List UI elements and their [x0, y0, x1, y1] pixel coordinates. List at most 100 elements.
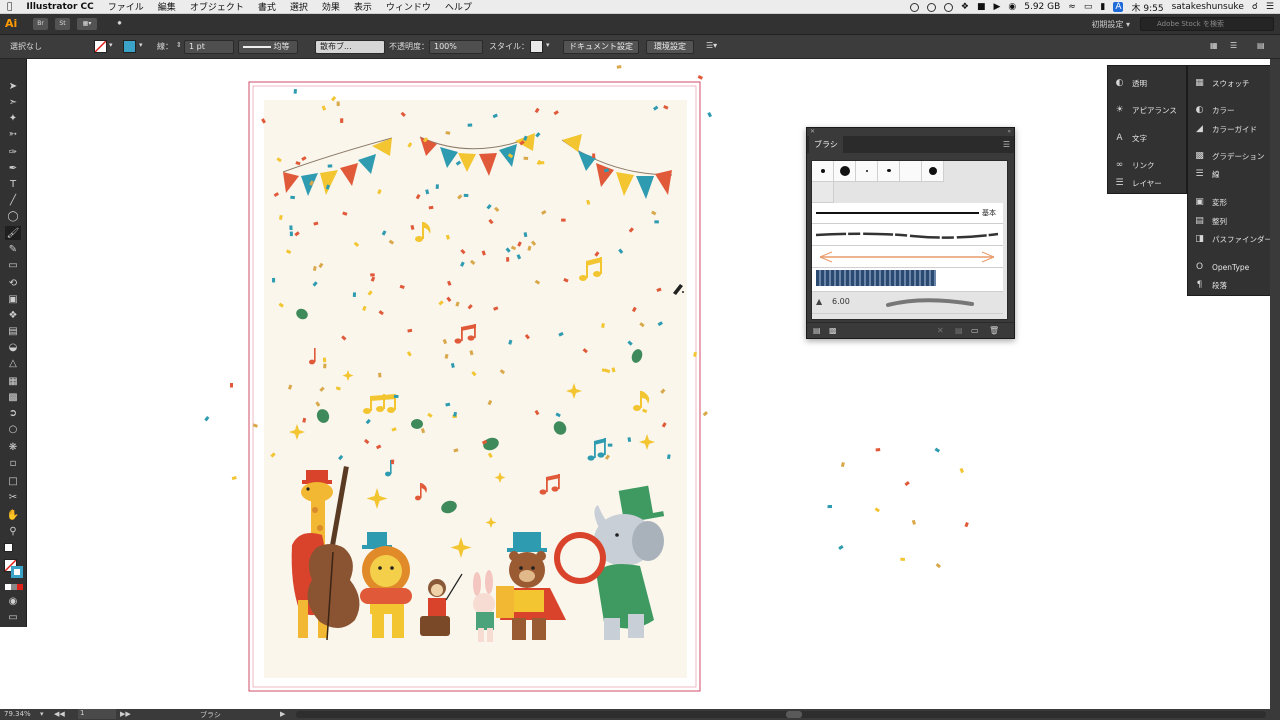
tab-brushes[interactable]: ブラシ — [809, 136, 843, 153]
warp-tool-icon[interactable]: ❖ — [5, 308, 21, 322]
stroke-color-box[interactable] — [11, 566, 23, 578]
app-menu[interactable]: Illustrator CC — [19, 2, 100, 12]
menu-effect[interactable]: 効果 — [315, 0, 347, 13]
menu-edit[interactable]: 編集 — [151, 0, 183, 13]
curvature-tool-icon[interactable]: ✒ — [5, 161, 21, 175]
notification-center-icon[interactable]: ☰ — [1266, 2, 1274, 12]
type-tool-icon[interactable]: T — [5, 177, 21, 191]
control-options-icon[interactable]: ☰▾ — [706, 41, 717, 50]
dock-item-color-guide[interactable]: ◢ カラーガイド — [1194, 121, 1257, 137]
zoom-dropdown-icon[interactable]: ▾ — [40, 710, 44, 718]
brush-row-arrow[interactable] — [812, 246, 1003, 268]
creative-cloud-icon[interactable] — [943, 2, 953, 12]
panel-menu-icon[interactable]: ☰ — [1230, 41, 1237, 50]
delete-brush-icon[interactable]: 🗑 — [989, 326, 999, 335]
stock-search-input[interactable]: Adobe Stock を検索 — [1140, 17, 1274, 31]
symbol-sprayer-tool-icon[interactable]: ❋ — [5, 440, 21, 454]
libraries-panel-icon[interactable]: ▩ — [829, 326, 837, 335]
zoom-level[interactable]: 79.34% — [4, 710, 31, 718]
fill-dropdown-icon[interactable]: ▾ — [109, 41, 113, 49]
direct-selection-tool-icon[interactable]: ➣ — [5, 95, 21, 109]
panel-menu-icon[interactable]: ☰ — [1003, 140, 1010, 149]
remove-stroke-icon[interactable]: ✕ — [937, 326, 944, 335]
document-setup-button[interactable]: ドキュメント設定 — [563, 40, 639, 54]
fill-swatch[interactable] — [94, 40, 107, 53]
style-dropdown-icon[interactable]: ▾ — [546, 41, 550, 49]
stroke-weight-field[interactable]: 1 pt — [184, 40, 234, 54]
menu-window[interactable]: ウィンドウ — [379, 0, 438, 13]
eraser-tool-icon[interactable]: ▭ — [5, 258, 21, 272]
dock-item-transform[interactable]: ▣ 変形 — [1194, 194, 1227, 210]
skype-icon[interactable] — [926, 2, 936, 12]
dock-item-gradient[interactable]: ▩ グラデーション — [1194, 148, 1264, 164]
vertical-scrollbar[interactable] — [1270, 59, 1280, 709]
opacity-label[interactable]: 不透明度： — [389, 41, 429, 52]
gradient-tool-icon[interactable]: ▩ — [5, 390, 21, 404]
opacity-field[interactable]: 100% — [429, 40, 483, 54]
dock-item-pathfinder[interactable]: ◨ パスファインダー — [1194, 231, 1272, 247]
brush-row-charcoal[interactable] — [812, 224, 1003, 246]
record-icon[interactable] — [909, 2, 919, 12]
shape-builder-tool-icon[interactable]: ◒ — [5, 340, 21, 354]
paintbrush-tool-icon[interactable]: 🖌 — [5, 226, 21, 240]
menu-view[interactable]: 表示 — [347, 0, 379, 13]
new-brush-icon[interactable]: ▭ — [971, 326, 979, 335]
stock-button[interactable]: St — [55, 18, 70, 30]
dock-item-opentype[interactable]: O OpenType — [1194, 259, 1249, 275]
artboard-tool-icon[interactable]: □ — [5, 474, 21, 488]
lasso-tool-icon[interactable]: ➳ — [5, 127, 21, 141]
default-colors-icon[interactable] — [4, 543, 13, 552]
brush-round-small[interactable] — [812, 161, 834, 182]
screen-mode-icon[interactable]: ▭ — [5, 610, 21, 624]
brush-options-icon[interactable]: ▤ — [955, 326, 963, 335]
rotate-tool-icon[interactable]: ⟲ — [5, 276, 21, 290]
arrange-documents-icon[interactable]: ▦▾ — [77, 18, 97, 30]
brush-dot-oval[interactable] — [878, 161, 900, 182]
brush-round-large[interactable] — [834, 161, 856, 182]
input-source-icon[interactable]: A — [1113, 2, 1124, 12]
preferences-button[interactable]: 環境設定 — [646, 40, 694, 54]
dock-item-links[interactable]: ∞ リンク — [1114, 157, 1155, 173]
brush-definition[interactable]: 散布ブ... — [315, 40, 385, 54]
disk-space[interactable]: 5.92 GB — [1024, 2, 1060, 12]
drawing-mode-icon[interactable]: ◉ — [5, 594, 21, 608]
brush-libraries-icon[interactable]: ▤ — [813, 326, 821, 335]
color-mode-icons[interactable] — [5, 584, 23, 590]
panel-collapse-icon[interactable]: » — [1007, 128, 1011, 135]
graphic-style-swatch[interactable] — [530, 40, 543, 53]
horizontal-scrollbar[interactable] — [296, 711, 1266, 718]
apple-icon[interactable]:  — [0, 2, 19, 12]
selection-tool-icon[interactable]: ➤ — [5, 79, 21, 93]
pencil-tool-icon[interactable]: ✎ — [5, 242, 21, 256]
stroke-dropdown-icon[interactable]: ▾ — [139, 41, 143, 49]
brush-blank[interactable] — [900, 161, 922, 182]
dock-item-align[interactable]: ▤ 整列 — [1194, 213, 1227, 229]
brush-row-pattern[interactable] — [812, 268, 1003, 292]
lock-icon[interactable]: ■ — [977, 2, 986, 12]
free-transform-tool-icon[interactable]: ▤ — [5, 324, 21, 338]
column-graph-tool-icon[interactable]: ▫ — [5, 456, 21, 470]
wifi-icon[interactable]: ≈ — [1068, 2, 1076, 12]
panel-arrange-icon[interactable]: ▦ — [1210, 41, 1218, 50]
scale-tool-icon[interactable]: ▣ — [5, 292, 21, 306]
clock[interactable]: 木 9:55 — [1131, 1, 1163, 14]
brush-row-basic[interactable]: 基本 — [812, 203, 1003, 224]
canvas-area[interactable] — [27, 59, 1280, 709]
volume-icon[interactable]: ▶ — [993, 2, 1000, 12]
artboard-first-icon[interactable]: ◀◀ — [54, 710, 65, 718]
mesh-tool-icon[interactable]: ▦ — [5, 374, 21, 388]
artboard-next-icon[interactable]: ▶▶ — [120, 710, 131, 718]
ellipse-tool-icon[interactable]: ◯ — [5, 209, 21, 223]
stroke-weight-stepper[interactable]: ⇕ — [176, 41, 182, 49]
eyedropper-tool-icon[interactable]: ➲ — [5, 406, 21, 420]
scrollbar-thumb[interactable] — [786, 711, 802, 718]
brush-selected[interactable] — [812, 182, 834, 203]
status-menu-icon[interactable]: ▶ — [280, 710, 285, 718]
slice-tool-icon[interactable]: ✂ — [5, 490, 21, 504]
user-name[interactable]: satakeshunsuke — [1172, 2, 1244, 12]
zoom-tool-icon[interactable]: ⚲ — [5, 524, 21, 538]
gpu-performance-icon[interactable]: ✸ — [112, 18, 127, 30]
hand-tool-icon[interactable]: ✋ — [5, 508, 21, 522]
panel-close-icon[interactable]: ✕ — [810, 128, 815, 135]
display-icon[interactable]: ▭ — [1084, 2, 1093, 12]
